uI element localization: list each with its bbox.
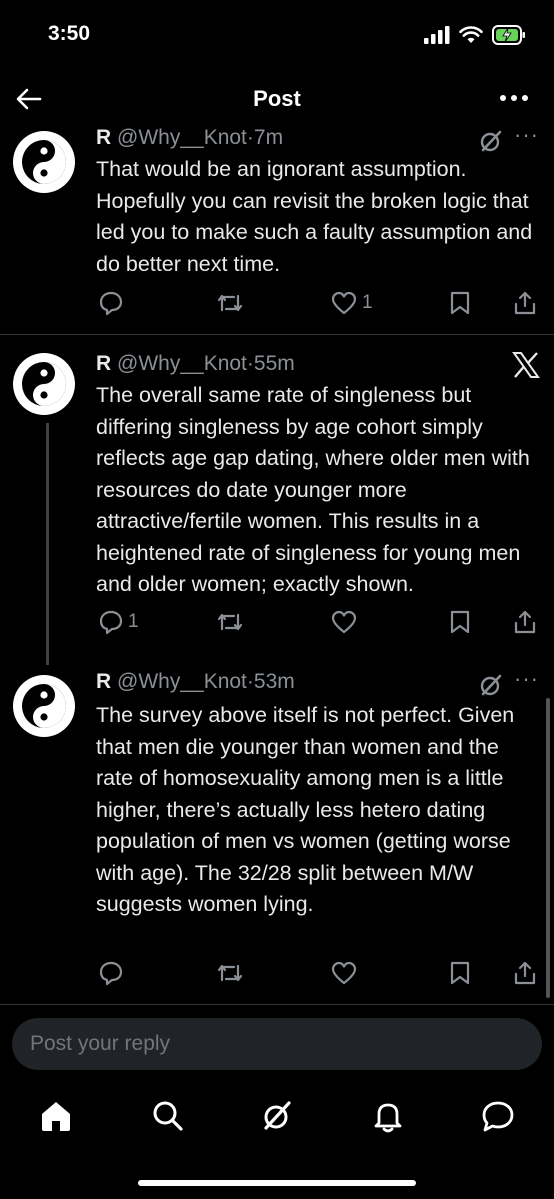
share-button[interactable]: [512, 607, 538, 637]
author-name[interactable]: R: [96, 126, 111, 149]
post-meta: R @Why__Knot·55m: [96, 352, 295, 376]
avatar[interactable]: [12, 130, 76, 194]
repost-icon: [217, 964, 243, 982]
reply-placeholder: Post your reply: [30, 1032, 171, 1055]
post-actions: [96, 958, 542, 988]
reply-button[interactable]: [98, 958, 128, 988]
post-meta: R @Why__Knot·53m: [96, 670, 295, 694]
bookmark-button[interactable]: [448, 288, 472, 318]
post[interactable]: R @Why__Knot·53m ··· The survey above it…: [0, 666, 554, 1000]
search-icon[interactable]: [150, 1098, 186, 1134]
heart-icon: [331, 610, 357, 634]
separator: ·: [246, 352, 254, 375]
post-text: The survey above itself is not perfect. …: [96, 703, 515, 916]
like-button[interactable]: [330, 958, 362, 988]
share-button[interactable]: [512, 288, 538, 318]
like-count: 1: [362, 292, 373, 313]
bookmark-button[interactable]: [448, 958, 472, 988]
more-options-icon[interactable]: ···: [514, 122, 539, 148]
yin-yang-icon: [13, 675, 75, 737]
yin-yang-icon: [13, 131, 75, 193]
post-time[interactable]: 55m: [254, 352, 295, 375]
grok-icon[interactable]: [478, 672, 504, 698]
repost-button[interactable]: [216, 607, 248, 637]
heart-icon: [331, 291, 357, 315]
post-text: The overall same rate of singleness but …: [96, 383, 530, 596]
author-name[interactable]: R: [96, 670, 111, 693]
scrollbar[interactable]: [546, 698, 550, 998]
reply-icon: [99, 291, 123, 316]
reply-button[interactable]: [98, 288, 128, 318]
author-handle[interactable]: @Why__Knot: [117, 352, 247, 375]
post-actions: 1: [96, 288, 542, 318]
status-time: 3:50: [48, 22, 91, 45]
author-handle[interactable]: @Why__Knot: [117, 126, 247, 149]
separator: ·: [246, 126, 254, 149]
bookmark-button[interactable]: [448, 607, 472, 637]
repost-button[interactable]: [216, 288, 248, 318]
home-icon[interactable]: [38, 1098, 74, 1134]
post-time[interactable]: 7m: [254, 126, 283, 149]
home-indicator: [138, 1180, 416, 1186]
author-name[interactable]: R: [96, 352, 111, 375]
post-actions: 1: [96, 607, 542, 637]
reply-icon: [99, 961, 123, 986]
yin-yang-icon: [13, 353, 75, 415]
separator: ·: [246, 670, 254, 693]
share-button[interactable]: [512, 958, 538, 988]
notifications-icon[interactable]: [370, 1098, 406, 1134]
repost-icon: [217, 294, 243, 312]
grok-icon[interactable]: [259, 1098, 295, 1134]
grok-icon[interactable]: [478, 128, 504, 154]
divider: [0, 334, 554, 335]
avatar[interactable]: [12, 674, 76, 738]
post-time[interactable]: 53m: [254, 670, 295, 693]
wifi-icon: [459, 26, 483, 43]
post[interactable]: R @Why__Knot·55m The overall same rate o…: [0, 352, 554, 652]
reply-count: 1: [128, 611, 139, 632]
share-icon: [514, 961, 536, 985]
share-icon: [514, 291, 536, 315]
repost-button[interactable]: [216, 958, 248, 988]
more-options-icon[interactable]: ···: [514, 666, 539, 692]
page-title: Post: [253, 86, 301, 111]
like-button[interactable]: 1: [330, 288, 373, 318]
post-text: That would be an ignorant assumption. Ho…: [96, 157, 533, 276]
status-icons: [424, 24, 526, 46]
x-logo-icon[interactable]: [512, 352, 540, 378]
messages-icon[interactable]: [480, 1098, 516, 1134]
share-icon: [514, 610, 536, 634]
post-meta: R @Why__Knot·7m: [96, 126, 283, 150]
reply-icon: [99, 610, 123, 635]
post[interactable]: R @Why__Knot·7m ··· That would be an ign…: [0, 122, 554, 334]
avatar[interactable]: [12, 352, 76, 416]
like-button[interactable]: [330, 607, 362, 637]
bookmark-icon: [450, 610, 470, 634]
repost-icon: [217, 613, 243, 631]
bookmark-icon: [450, 291, 470, 315]
divider: [0, 1004, 554, 1005]
reply-button[interactable]: 1: [98, 607, 139, 637]
more-options-icon[interactable]: [498, 86, 530, 110]
heart-icon: [331, 961, 357, 985]
battery-icon: [492, 25, 525, 45]
signal-icon: [424, 26, 450, 44]
bookmark-icon: [450, 961, 470, 985]
author-handle[interactable]: @Why__Knot: [117, 670, 247, 693]
